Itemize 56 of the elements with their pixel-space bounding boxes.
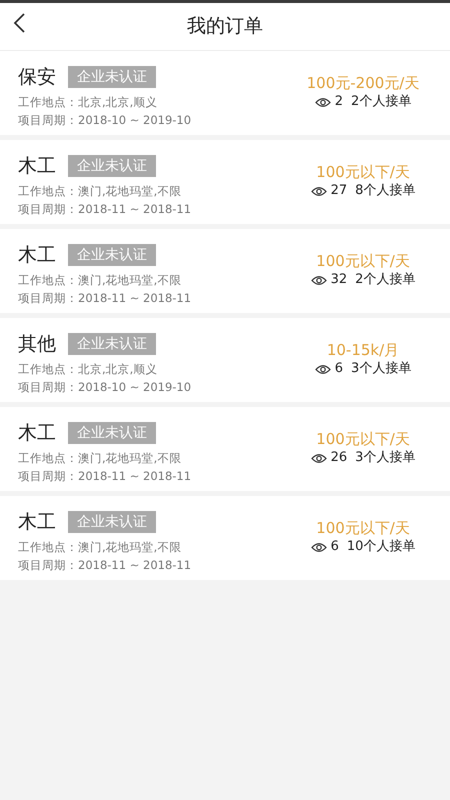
page-title: 我的订单 xyxy=(187,14,263,40)
applicant-count: 3个人接单 xyxy=(355,449,416,467)
work-location: 工作地点：澳门,花地玛堂,不限 xyxy=(18,272,182,289)
back-icon xyxy=(12,12,26,34)
eye-icon xyxy=(310,542,327,552)
order-card[interactable]: 木工 企业未认证 工作地点：澳门,花地玛堂,不限 项目周期：2018-11 ~ 2018-11 100元以下/天 6 10个人接单 xyxy=(0,496,450,580)
project-period: 项目周期：2018-10 ~ 2019-10 xyxy=(18,379,192,396)
order-card[interactable]: 保安 企业未认证 工作地点：北京,北京,顺义 项目周期：2018-10 ~ 2019-10 100元-200元/天 2 2个人接单 xyxy=(0,51,450,135)
work-location: 工作地点：澳门,花地玛堂,不限 xyxy=(18,539,182,556)
price: 100元以下/天 xyxy=(315,162,411,182)
eye-icon xyxy=(314,364,331,374)
applicant-count: 2个人接单 xyxy=(351,93,412,111)
verification-tag: 企业未认证 xyxy=(68,333,156,355)
view-count: 6 xyxy=(330,538,339,556)
price: 100元以下/天 xyxy=(315,518,411,538)
price: 100元以下/天 xyxy=(315,429,411,449)
project-period: 项目周期：2018-11 ~ 2018-11 xyxy=(18,468,192,485)
price: 100元以下/天 xyxy=(315,251,411,271)
eye-icon xyxy=(310,274,327,286)
eye-icon xyxy=(314,96,331,108)
project-period: 项目周期：2018-10 ~ 2019-10 xyxy=(18,112,192,129)
view-count: 26 xyxy=(330,449,348,467)
eye-icon xyxy=(310,186,327,196)
verification-tag: 企业未认证 xyxy=(68,66,156,88)
work-location: 工作地点：澳门,花地玛堂,不限 xyxy=(18,450,182,467)
order-title: 木工 xyxy=(18,421,56,445)
order-card[interactable]: 木工 企业未认证 工作地点：澳门,花地玛堂,不限 项目周期：2018-11 ~ 2018-11 100元以下/天 26 3个人接单 xyxy=(0,407,450,491)
verification-tag: 企业未认证 xyxy=(68,422,156,444)
order-card[interactable]: 其他 企业未认证 工作地点：北京,北京,顺义 项目周期：2018-10 ~ 2019-10 10-15k/月 6 3个人接单 xyxy=(0,318,450,402)
applicant-count: 10个人接单 xyxy=(346,538,416,556)
order-title: 保安 xyxy=(18,65,56,89)
order-card[interactable]: 木工 企业未认证 工作地点：澳门,花地玛堂,不限 项目周期：2018-11 ~ 2018-11 100元以下/天 27 8个人接单 xyxy=(0,140,450,224)
verification-tag: 企业未认证 xyxy=(68,244,156,266)
view-count: 27 xyxy=(330,182,348,200)
order-card[interactable]: 木工 企业未认证 工作地点：澳门,花地玛堂,不限 项目周期：2018-11 ~ 2018-11 100元以下/天 32 2个人接单 xyxy=(0,229,450,313)
applicant-count: 2个人接单 xyxy=(355,271,416,289)
price: 100元-200元/天 xyxy=(306,73,420,93)
view-count: 6 xyxy=(334,360,343,378)
project-period: 项目周期：2018-11 ~ 2018-11 xyxy=(18,557,192,574)
applicant-count: 8个人接单 xyxy=(355,182,416,200)
work-location: 工作地点：北京,北京,顺义 xyxy=(18,361,158,378)
order-title: 木工 xyxy=(18,243,56,267)
order-title: 木工 xyxy=(18,510,56,534)
order-title: 其他 xyxy=(18,332,56,356)
work-location: 工作地点：北京,北京,顺义 xyxy=(18,94,158,111)
applicant-count: 3个人接单 xyxy=(351,360,412,378)
verification-tag: 企业未认证 xyxy=(68,155,156,177)
project-period: 项目周期：2018-11 ~ 2018-11 xyxy=(18,201,192,218)
project-period: 项目周期：2018-11 ~ 2018-11 xyxy=(18,290,192,307)
price: 10-15k/月 xyxy=(326,340,400,360)
view-count: 32 xyxy=(330,271,348,289)
eye-icon xyxy=(310,452,327,464)
work-location: 工作地点：澳门,花地玛堂,不限 xyxy=(18,183,182,200)
view-count: 2 xyxy=(334,93,343,111)
order-title: 木工 xyxy=(18,154,56,178)
verification-tag: 企业未认证 xyxy=(68,511,156,533)
